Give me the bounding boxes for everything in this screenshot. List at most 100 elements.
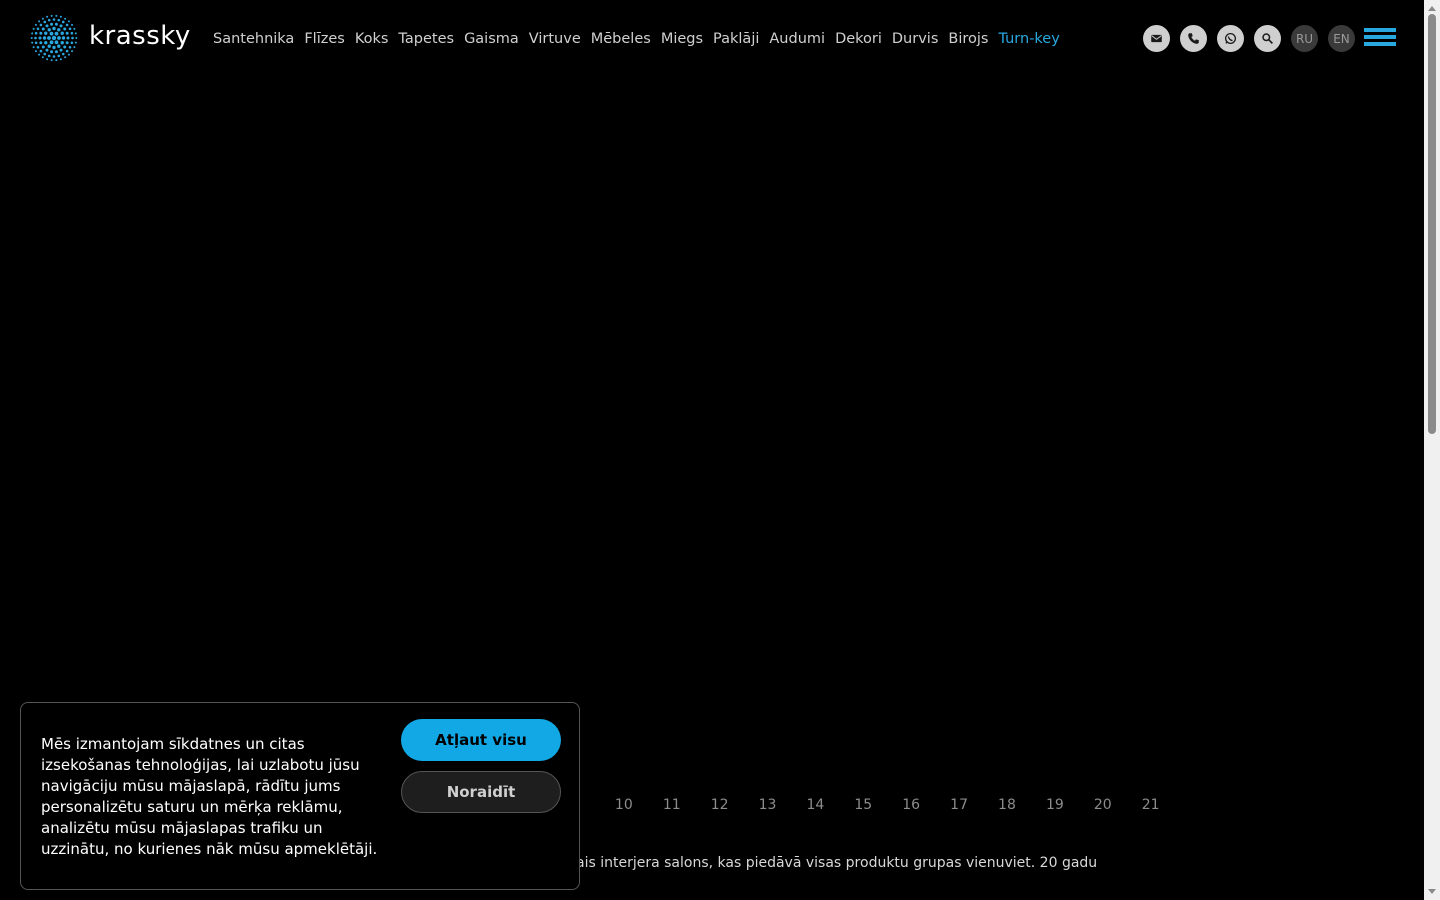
nav-item-audumi[interactable]: Audumi — [764, 29, 830, 49]
slide-pagination: 9 10 11 12 13 14 15 16 17 18 19 20 21 — [552, 796, 1175, 814]
logo-dot — [57, 44, 61, 48]
logo-dot — [54, 50, 58, 54]
slide-number[interactable]: 14 — [791, 796, 839, 814]
whatsapp-icon — [1224, 32, 1237, 45]
search-button[interactable] — [1254, 25, 1281, 52]
logo-dot — [50, 50, 54, 54]
logo-dot — [54, 40, 59, 45]
scrollbar[interactable] — [1424, 0, 1440, 900]
logo-dot — [75, 37, 78, 39]
logo-dot — [43, 52, 47, 56]
logo-dot — [57, 36, 61, 40]
slide-number[interactable]: 12 — [696, 796, 744, 814]
scroll-down-arrow-icon[interactable] — [1428, 889, 1436, 894]
logo-dot — [64, 56, 67, 59]
logo-dot — [47, 44, 51, 48]
logo-dot — [54, 31, 59, 36]
logo-dot — [61, 36, 66, 40]
logo-dot — [57, 28, 61, 32]
logo-dot — [73, 46, 76, 49]
nav-item-tapetes[interactable]: Tapetes — [393, 29, 459, 49]
logo-dot — [63, 27, 67, 31]
slide-number[interactable]: 21 — [1127, 796, 1175, 814]
phone-button[interactable] — [1180, 25, 1207, 52]
logo-dot — [47, 28, 51, 32]
scroll-up-arrow-icon[interactable] — [1428, 6, 1436, 11]
logo-dot — [34, 41, 38, 45]
hamburger-bar — [1364, 42, 1396, 46]
logo-dot — [50, 14, 53, 17]
logo-dot — [67, 53, 70, 56]
logo-dot — [71, 23, 74, 26]
slide-number[interactable]: 19 — [1031, 796, 1079, 814]
logo-dot — [43, 20, 47, 24]
nav-item-paklaji[interactable]: Paklāji — [708, 29, 764, 49]
logo-dot — [38, 36, 42, 40]
scrollbar-thumb[interactable] — [1428, 14, 1436, 434]
mail-button[interactable] — [1143, 25, 1170, 52]
logo-dot — [60, 41, 64, 45]
phone-icon — [1188, 33, 1199, 44]
nav-item-durvis[interactable]: Durvis — [887, 29, 943, 49]
logo-dot — [59, 24, 63, 28]
nav-item-birojs[interactable]: Birojs — [943, 29, 993, 49]
mail-icon — [1151, 34, 1162, 43]
logo[interactable]: krassky — [30, 14, 191, 62]
logo-dot — [34, 50, 37, 53]
logo-dot — [65, 31, 69, 35]
cookie-message: Mēs izmantojam sīkdatnes un citas izseko… — [41, 735, 378, 858]
cookie-banner: Mēs izmantojam sīkdatnes un citas izseko… — [20, 702, 580, 890]
logo-dot — [36, 27, 40, 31]
menu-button[interactable] — [1364, 28, 1396, 50]
nav-item-koks[interactable]: Koks — [350, 29, 394, 49]
logo-dot — [73, 27, 76, 30]
slide-number[interactable]: 16 — [887, 796, 935, 814]
nav-item-miegs[interactable]: Miegs — [656, 29, 708, 49]
logo-dot — [55, 14, 58, 17]
hamburger-bar — [1364, 35, 1396, 39]
logo-dot — [34, 36, 37, 40]
nav-item-flizes[interactable]: Flīzes — [299, 29, 349, 49]
logo-dot — [44, 31, 48, 35]
logo-dot — [39, 31, 43, 35]
logo-dot — [39, 41, 43, 45]
nav-item-turn-key[interactable]: Turn-key — [993, 29, 1064, 49]
logo-dot — [42, 36, 47, 40]
slide-number[interactable]: 15 — [839, 796, 887, 814]
logo-dot — [65, 49, 69, 53]
allow-all-button[interactable]: Atļaut visu — [401, 719, 561, 761]
logo-dot — [41, 45, 45, 49]
logo-dot — [49, 31, 54, 36]
slide-number[interactable]: 17 — [935, 796, 983, 814]
slide-number[interactable]: 10 — [600, 796, 648, 814]
nav-item-virtuve[interactable]: Virtuve — [524, 29, 586, 49]
nav-item-santehnika[interactable]: Santehnika — [208, 29, 299, 49]
slide-number[interactable]: 18 — [983, 796, 1031, 814]
logo-dot — [52, 26, 56, 31]
logo-dot — [47, 54, 51, 58]
reject-button[interactable]: Noraidīt — [401, 771, 561, 813]
nav-item-gaisma[interactable]: Gaisma — [459, 29, 524, 49]
logo-dot — [31, 41, 34, 44]
logo-dot — [34, 23, 37, 26]
logo-dot — [66, 36, 70, 40]
logo-dot — [39, 23, 43, 27]
logo-dot — [38, 53, 41, 56]
slide-number[interactable]: 20 — [1079, 796, 1127, 814]
logo-dot — [47, 18, 51, 22]
lang-ru-button[interactable]: RU — [1291, 25, 1318, 52]
lang-en-button[interactable]: EN — [1328, 25, 1355, 52]
logo-dot — [41, 56, 44, 59]
logo-dot — [46, 15, 49, 18]
logo-dot — [52, 45, 56, 50]
slide-number[interactable]: 11 — [648, 796, 696, 814]
logo-dot — [63, 45, 67, 49]
nav-item-mebeles[interactable]: Mēbeles — [586, 29, 656, 49]
logo-dot — [59, 58, 62, 61]
site-header: krassky Santehnika Flīzes Koks Tapetes G… — [0, 0, 1424, 78]
logo-dot — [60, 31, 64, 35]
whatsapp-button[interactable] — [1217, 25, 1244, 52]
logo-icon — [30, 14, 78, 62]
slide-number[interactable]: 13 — [744, 796, 792, 814]
nav-item-dekori[interactable]: Dekori — [830, 29, 887, 49]
